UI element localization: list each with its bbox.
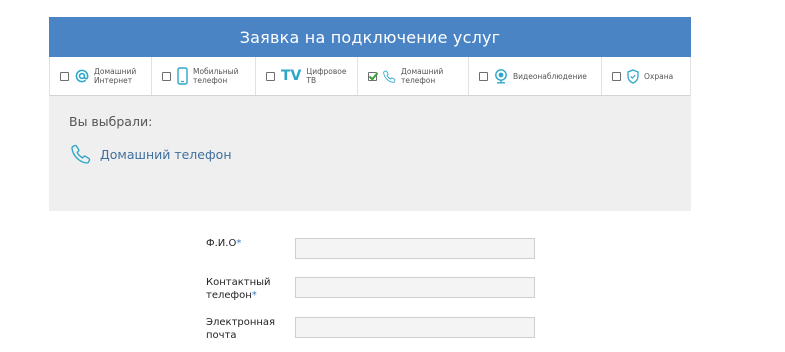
service-video-surveillance-checkbox[interactable] (479, 71, 488, 81)
email-input[interactable] (295, 317, 535, 338)
email-label: Электронная почта (206, 317, 276, 341)
service-digital-tv-checkbox[interactable] (266, 71, 275, 81)
phone-handset-icon (383, 70, 396, 83)
service-video-surveillance-label: Видеонаблюдение (513, 71, 587, 81)
service-digital-tv-label: Цифровое ТВ (306, 67, 347, 85)
phone-handset-icon (71, 144, 91, 164)
service-security[interactable]: Охрана (602, 57, 690, 95)
service-digital-tv[interactable]: TV Цифровое ТВ (256, 57, 358, 95)
service-home-internet-label: Домашний Интернет (94, 67, 137, 85)
mobile-phone-icon (177, 67, 188, 85)
tv-icon: TV (281, 68, 302, 84)
service-home-internet-checkbox[interactable] (60, 71, 69, 81)
phone-label: Контактный телефон* (206, 277, 271, 301)
form-header: Заявка на подключение услуг (49, 17, 691, 57)
service-security-label: Охрана (644, 71, 674, 81)
service-home-internet[interactable]: Домашний Интернет (50, 57, 152, 95)
service-request-form: Заявка на подключение услуг Домашний Инте… (49, 17, 691, 211)
form-title: Заявка на подключение услуг (239, 27, 501, 47)
selected-services-panel: Вы выбрали: Домашний телефон (49, 96, 691, 211)
service-mobile-phone[interactable]: Мобильный телефон (152, 57, 256, 95)
fio-label: Ф.И.О* (206, 238, 242, 249)
at-sign-icon (75, 69, 89, 83)
selected-services-title: Вы выбрали: (69, 114, 153, 129)
webcam-icon (494, 68, 508, 84)
service-mobile-phone-checkbox[interactable] (162, 71, 171, 81)
phone-input[interactable] (295, 277, 535, 298)
service-security-checkbox[interactable] (612, 71, 621, 81)
shield-icon (627, 68, 639, 84)
selected-service-item: Домашний телефон (71, 144, 232, 164)
service-home-phone-label: Домашний телефон (401, 67, 444, 85)
service-mobile-phone-label: Мобильный телефон (193, 67, 239, 85)
selected-service-label: Домашний телефон (100, 146, 232, 162)
services-bar: Домашний Интернет Мобильный телефон TV Циф… (49, 57, 691, 96)
service-home-phone-checkbox[interactable] (368, 71, 377, 81)
service-home-phone[interactable]: Домашний телефон (358, 57, 469, 95)
fio-input[interactable] (295, 238, 535, 259)
service-video-surveillance[interactable]: Видеонаблюдение (469, 57, 602, 95)
